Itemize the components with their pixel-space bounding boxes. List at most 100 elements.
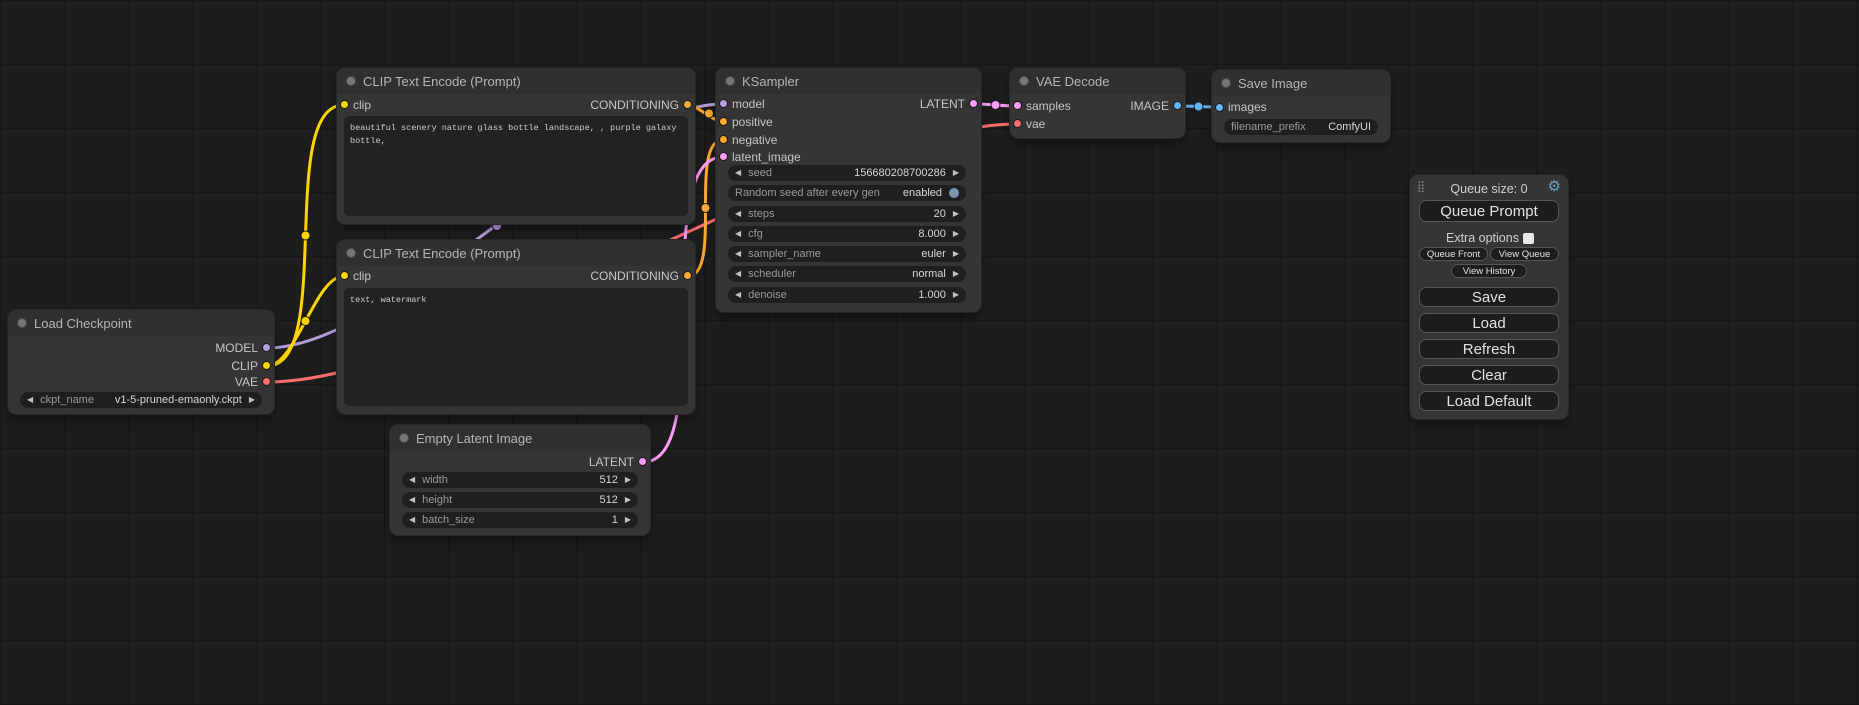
output-dot-model[interactable] [262,343,271,352]
save-button[interactable]: Save [1419,287,1559,307]
widget-label: denoise [748,289,787,301]
increment-arrow-icon[interactable]: ▶ [249,392,255,408]
increment-arrow-icon[interactable]: ▶ [625,492,631,508]
widget-label: sampler_name [748,248,821,260]
collapse-dot-icon[interactable] [346,248,356,258]
collapse-dot-icon[interactable] [1221,78,1231,88]
graph-canvas[interactable]: Load Checkpoint MODEL CLIP VAE ◀ ckpt_na… [0,0,1859,705]
output-dot-clip[interactable] [262,361,271,370]
node-empty-latent-image[interactable]: Empty Latent Image LATENT ◀ width 512 ▶ … [390,425,650,535]
node-header[interactable]: CLIP Text Encode (Prompt) [337,68,695,94]
node-title: Empty Latent Image [416,431,532,446]
height-widget[interactable]: ◀ height 512 ▶ [402,492,638,508]
input-dot-latent-image[interactable] [719,152,728,161]
view-queue-button[interactable]: View Queue [1490,247,1559,261]
view-history-button[interactable]: View History [1451,264,1527,278]
node-load-checkpoint[interactable]: Load Checkpoint MODEL CLIP VAE ◀ ckpt_na… [8,310,274,414]
decrement-arrow-icon[interactable]: ◀ [735,165,741,181]
decrement-arrow-icon[interactable]: ◀ [735,287,741,303]
prompt-textarea[interactable]: beautiful scenery nature glass bottle la… [344,116,688,216]
input-label-negative: negative [732,132,777,148]
decrement-arrow-icon[interactable]: ◀ [735,246,741,262]
output-dot-image[interactable] [1173,101,1182,110]
decrement-arrow-icon[interactable]: ◀ [409,512,415,528]
input-dot-clip[interactable] [340,100,349,109]
increment-arrow-icon[interactable]: ▶ [953,287,959,303]
increment-arrow-icon[interactable]: ▶ [625,472,631,488]
node-vae-decode[interactable]: VAE Decode samples IMAGE vae [1010,68,1185,138]
decrement-arrow-icon[interactable]: ◀ [735,226,741,242]
queue-panel[interactable]: ⣿ Queue size: 0 ⚙ Queue Prompt Extra opt… [1410,175,1568,419]
refresh-button[interactable]: Refresh [1419,339,1559,359]
node-ksampler[interactable]: KSampler model positive negative latent_… [716,68,981,312]
increment-arrow-icon[interactable]: ▶ [625,512,631,528]
increment-arrow-icon[interactable]: ▶ [953,165,959,181]
collapse-dot-icon[interactable] [725,76,735,86]
collapse-dot-icon[interactable] [17,318,27,328]
width-widget[interactable]: ◀ width 512 ▶ [402,472,638,488]
denoise-widget[interactable]: ◀ denoise 1.000 ▶ [728,287,966,303]
node-header[interactable]: Load Checkpoint [8,310,274,336]
widget-value: 156680208700286 [854,167,946,179]
output-dot-conditioning[interactable] [683,271,692,280]
input-dot-clip[interactable] [340,271,349,280]
widget-label: height [422,494,452,506]
decrement-arrow-icon[interactable]: ◀ [27,392,33,408]
scheduler-widget[interactable]: ◀ scheduler normal ▶ [728,266,966,282]
extra-options-checkbox[interactable] [1523,233,1534,244]
wire-midpoint-dot [701,204,710,213]
decrement-arrow-icon[interactable]: ◀ [409,472,415,488]
seed-widget[interactable]: ◀ seed 156680208700286 ▶ [728,165,966,181]
node-clip-text-encode-negative[interactable]: CLIP Text Encode (Prompt) clip CONDITION… [337,240,695,414]
ckpt-name-widget[interactable]: ◀ ckpt_name v1-5-pruned-emaonly.ckpt ▶ [20,392,262,408]
output-label-conditioning: CONDITIONING [590,268,679,284]
clear-button[interactable]: Clear [1419,365,1559,385]
filename-prefix-widget[interactable]: filename_prefix ComfyUI [1224,119,1378,135]
input-label-samples: samples [1026,98,1071,114]
output-dot-vae[interactable] [262,377,271,386]
queue-front-button[interactable]: Queue Front [1419,247,1488,261]
sampler-name-widget[interactable]: ◀ sampler_name euler ▶ [728,246,966,262]
random-seed-toggle-widget[interactable]: Random seed after every gen enabled [728,185,966,201]
node-header[interactable]: Save Image [1212,70,1390,96]
load-button[interactable]: Load [1419,313,1559,333]
load-default-button[interactable]: Load Default [1419,391,1559,411]
gear-icon[interactable]: ⚙ [1548,179,1561,194]
node-header[interactable]: VAE Decode [1010,68,1185,94]
queue-prompt-button[interactable]: Queue Prompt [1419,200,1559,222]
collapse-dot-icon[interactable] [1019,76,1029,86]
output-dot-latent[interactable] [638,457,647,466]
steps-widget[interactable]: ◀ steps 20 ▶ [728,206,966,222]
node-save-image[interactable]: Save Image images filename_prefix ComfyU… [1212,70,1390,142]
node-clip-text-encode-positive[interactable]: CLIP Text Encode (Prompt) clip CONDITION… [337,68,695,224]
prompt-textarea[interactable]: text, watermark [344,288,688,406]
output-dot-latent[interactable] [969,99,978,108]
input-dot-positive[interactable] [719,117,728,126]
decrement-arrow-icon[interactable]: ◀ [409,492,415,508]
input-dot-negative[interactable] [719,135,728,144]
node-header[interactable]: Empty Latent Image [390,425,650,451]
widget-label: filename_prefix [1231,121,1306,133]
input-dot-vae[interactable] [1013,119,1022,128]
node-header[interactable]: KSampler [716,68,981,94]
cfg-widget[interactable]: ◀ cfg 8.000 ▶ [728,226,966,242]
input-dot-samples[interactable] [1013,101,1022,110]
batch-size-widget[interactable]: ◀ batch_size 1 ▶ [402,512,638,528]
increment-arrow-icon[interactable]: ▶ [953,246,959,262]
collapse-dot-icon[interactable] [346,76,356,86]
node-header[interactable]: CLIP Text Encode (Prompt) [337,240,695,266]
decrement-arrow-icon[interactable]: ◀ [735,266,741,282]
decrement-arrow-icon[interactable]: ◀ [735,206,741,222]
increment-arrow-icon[interactable]: ▶ [953,226,959,242]
input-dot-images[interactable] [1215,103,1224,112]
collapse-dot-icon[interactable] [399,433,409,443]
input-label-clip: clip [353,268,371,284]
extra-options-label: Extra options [1446,231,1519,245]
increment-arrow-icon[interactable]: ▶ [953,266,959,282]
output-dot-conditioning[interactable] [683,100,692,109]
input-dot-model[interactable] [719,99,728,108]
input-label-latent-image: latent_image [732,149,801,165]
increment-arrow-icon[interactable]: ▶ [953,206,959,222]
widget-value: 20 [934,208,946,220]
toggle-knob-icon[interactable] [949,188,959,198]
